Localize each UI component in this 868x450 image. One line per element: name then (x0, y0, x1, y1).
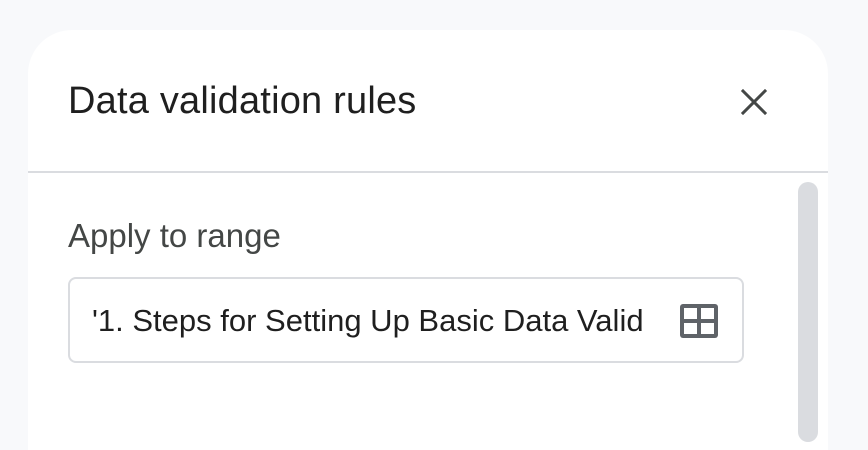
apply-to-range-label: Apply to range (68, 217, 281, 254)
panel-header: Data validation rules (28, 30, 828, 172)
close-button[interactable] (732, 80, 776, 124)
panel-title: Data validation rules (68, 80, 417, 122)
header-divider (28, 171, 828, 173)
grid-icon (680, 304, 718, 338)
range-input[interactable]: '1. Steps for Setting Up Basic Data Vali… (68, 277, 744, 363)
range-input-value[interactable]: '1. Steps for Setting Up Basic Data Vali… (92, 299, 644, 343)
scrollbar-thumb[interactable] (798, 182, 818, 442)
select-range-button[interactable] (678, 301, 720, 341)
data-validation-panel: Data validation rules Apply to range '1.… (28, 30, 828, 450)
close-icon (741, 89, 767, 115)
